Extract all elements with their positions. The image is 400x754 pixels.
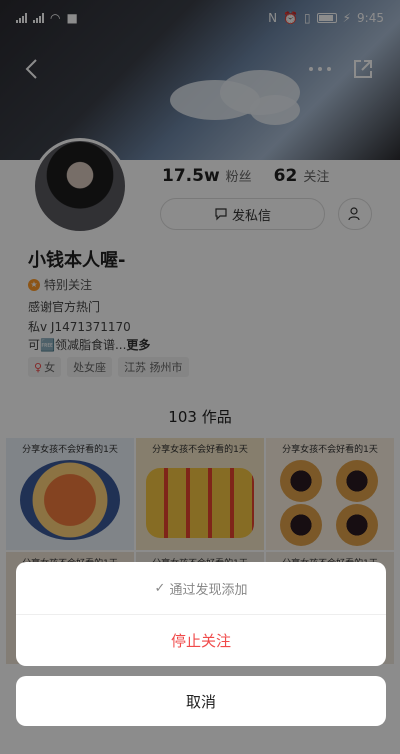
cancel-button[interactable]: 取消 [16, 676, 386, 726]
checkmark-icon: ✓ [154, 580, 166, 596]
follow-source-label: 通过发现添加 [169, 582, 248, 598]
stop-follow-button[interactable]: 停止关注 [16, 614, 386, 666]
action-sheet-cancel: 取消 [16, 676, 386, 726]
action-sheet: ✓ 通过发现添加 停止关注 [16, 562, 386, 666]
follow-source-info: ✓ 通过发现添加 [16, 562, 386, 614]
